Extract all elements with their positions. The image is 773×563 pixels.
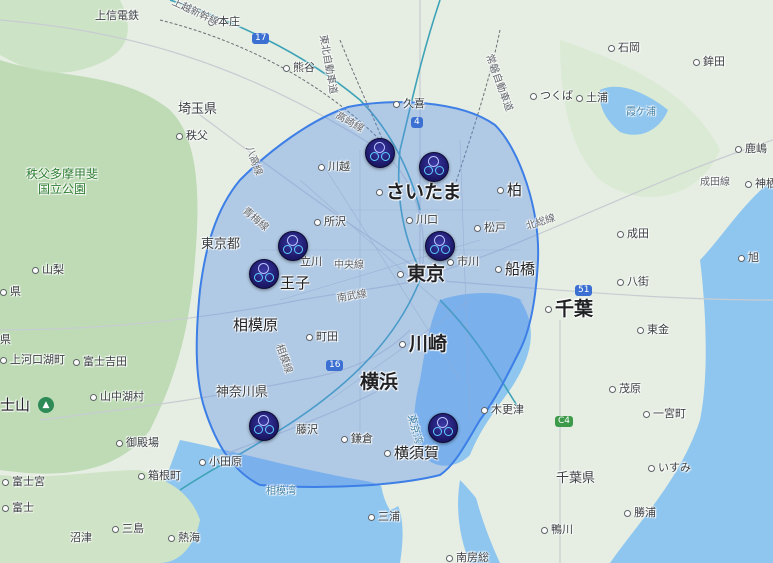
marker-ring-icon bbox=[294, 245, 303, 254]
marker-ring-icon bbox=[435, 166, 444, 175]
label-kasumigaura: 霞ケ浦 bbox=[626, 107, 656, 118]
label-kanagawa-pref: 神奈川県 bbox=[216, 385, 269, 400]
map-view[interactable]: 17 4 16 51 C4 ▲ 上信電鉄 本庄 上越新幹線 東北自動車道 熊谷 … bbox=[0, 0, 773, 563]
label-funabashi: 船橋 bbox=[495, 262, 535, 277]
marker-ring-icon bbox=[441, 245, 450, 254]
label-tokyo-to: 東京都 bbox=[201, 237, 241, 252]
station-marker[interactable] bbox=[365, 138, 395, 168]
mountain-icon: ▲ bbox=[38, 397, 54, 413]
label-tachikawa: 立川 bbox=[300, 255, 322, 268]
label-togane: 東金 bbox=[637, 324, 669, 335]
label-miura: 三浦 bbox=[368, 511, 400, 522]
label-ichikawa: 市川 bbox=[447, 256, 479, 267]
label-mishima: 三島 bbox=[112, 523, 144, 534]
label-hachioji: 王子 bbox=[280, 274, 311, 292]
label-matsudo: 松戸 bbox=[474, 222, 506, 233]
marker-ring-icon bbox=[265, 273, 274, 282]
label-kamishinden: 上信電鉄 bbox=[95, 9, 139, 22]
label-chiba-pref: 千葉県 bbox=[556, 471, 596, 486]
label-mobara: 茂原 bbox=[609, 383, 641, 394]
route-16-shield: 16 bbox=[326, 360, 344, 371]
label-chichibu: 秩父 bbox=[176, 130, 208, 141]
label-yokohama: 横浜 bbox=[360, 371, 399, 393]
station-marker[interactable] bbox=[278, 231, 308, 261]
label-kamisu: 神栖 bbox=[745, 178, 773, 189]
label-katsuura: 勝浦 bbox=[624, 507, 656, 518]
label-chiba: 千葉 bbox=[545, 300, 593, 319]
label-kamakura: 鎌倉 bbox=[341, 433, 373, 444]
label-minamiboso: 南房総 bbox=[446, 552, 489, 563]
label-kuki: 久喜 bbox=[393, 98, 425, 109]
label-tsukuba: つくば bbox=[530, 90, 573, 101]
label-saitama: さいたま bbox=[376, 183, 461, 202]
label-numazu: 沼津 bbox=[70, 531, 92, 544]
label-kawasaki: 川崎 bbox=[399, 335, 447, 354]
label-fuji: 富士 bbox=[2, 502, 34, 513]
route-51-shield: 51 bbox=[575, 285, 593, 296]
label-kashiwa: 柏 bbox=[497, 183, 522, 198]
marker-ring-icon bbox=[370, 152, 379, 161]
marker-ring-icon bbox=[265, 425, 274, 434]
label-chichibu-park-2: 国立公園 bbox=[38, 182, 87, 196]
marker-ring-icon bbox=[444, 427, 453, 436]
marker-ring-icon bbox=[283, 245, 292, 254]
label-narita: 成田 bbox=[617, 228, 649, 239]
label-isumi: いすみ bbox=[648, 462, 691, 473]
label-machida: 町田 bbox=[306, 331, 338, 342]
label-sagamihara: 相模原 bbox=[233, 316, 279, 334]
route-17-shield: 17 bbox=[252, 33, 270, 44]
label-kumagaya: 熊谷 bbox=[283, 62, 315, 73]
label-narita-line: 成田線 bbox=[700, 177, 730, 188]
marker-ring-icon bbox=[254, 425, 263, 434]
label-ishioka: 石岡 bbox=[608, 42, 640, 53]
label-ichinomiya: 一宮町 bbox=[643, 408, 686, 419]
label-kawaguchi: 川口 bbox=[406, 214, 438, 225]
label-fujisan: 士山 bbox=[0, 396, 31, 414]
label-fujisawa: 藤沢 bbox=[296, 423, 318, 436]
label-tokorozawa: 所沢 bbox=[314, 216, 346, 227]
label-yokosuka: 横須賀 bbox=[384, 446, 439, 461]
label-sagamiwan: 相模湾 bbox=[266, 486, 296, 497]
label-chichibu-park-1: 秩父多摩甲斐 bbox=[26, 167, 99, 181]
station-marker[interactable] bbox=[428, 413, 458, 443]
station-marker[interactable] bbox=[419, 152, 449, 182]
label-yachimata: 八街 bbox=[617, 276, 649, 287]
marker-ring-icon bbox=[254, 273, 263, 282]
station-marker[interactable] bbox=[425, 231, 455, 261]
label-yamanakako: 山中湖村 bbox=[90, 391, 144, 402]
station-marker[interactable] bbox=[249, 259, 279, 289]
label-chuo-line: 中央線 bbox=[334, 260, 364, 271]
label-kamogawa: 鴨川 bbox=[541, 524, 573, 535]
label-odawara: 小田原 bbox=[199, 456, 242, 467]
marker-ring-icon bbox=[381, 152, 390, 161]
label-asahi: 旭 bbox=[738, 252, 759, 263]
marker-ring-icon bbox=[424, 166, 433, 175]
label-gotemba: 御殿場 bbox=[116, 437, 159, 448]
label-tokyo: 東京 bbox=[397, 265, 445, 284]
label-hakone: 箱根町 bbox=[138, 470, 181, 481]
label-kawaguchiko: 上河口湖町 bbox=[0, 354, 65, 365]
label-ken: 県 bbox=[0, 286, 21, 297]
label-kashima: 鹿嶋 bbox=[735, 143, 767, 154]
station-marker[interactable] bbox=[249, 411, 279, 441]
label-ken-2: 県 bbox=[0, 333, 11, 346]
label-tsuchiura: 土浦 bbox=[576, 92, 608, 103]
route-4-shield: 4 bbox=[411, 117, 423, 128]
label-yamanashi: 山梨 bbox=[32, 264, 64, 275]
marker-ring-icon bbox=[433, 427, 442, 436]
label-atami: 熱海 bbox=[168, 532, 200, 543]
map-base[interactable] bbox=[0, 0, 773, 563]
label-fujinomiya: 富士宮 bbox=[2, 476, 45, 487]
label-kisarazu: 木更津 bbox=[481, 404, 524, 415]
label-hokota: 鉾田 bbox=[693, 56, 725, 67]
label-saitama-pref: 埼玉県 bbox=[178, 102, 218, 117]
marker-ring-icon bbox=[430, 245, 439, 254]
route-c4-shield: C4 bbox=[555, 416, 574, 427]
label-kawagoe: 川越 bbox=[318, 161, 350, 172]
label-fujiyoshida: 富士吉田 bbox=[73, 356, 127, 367]
